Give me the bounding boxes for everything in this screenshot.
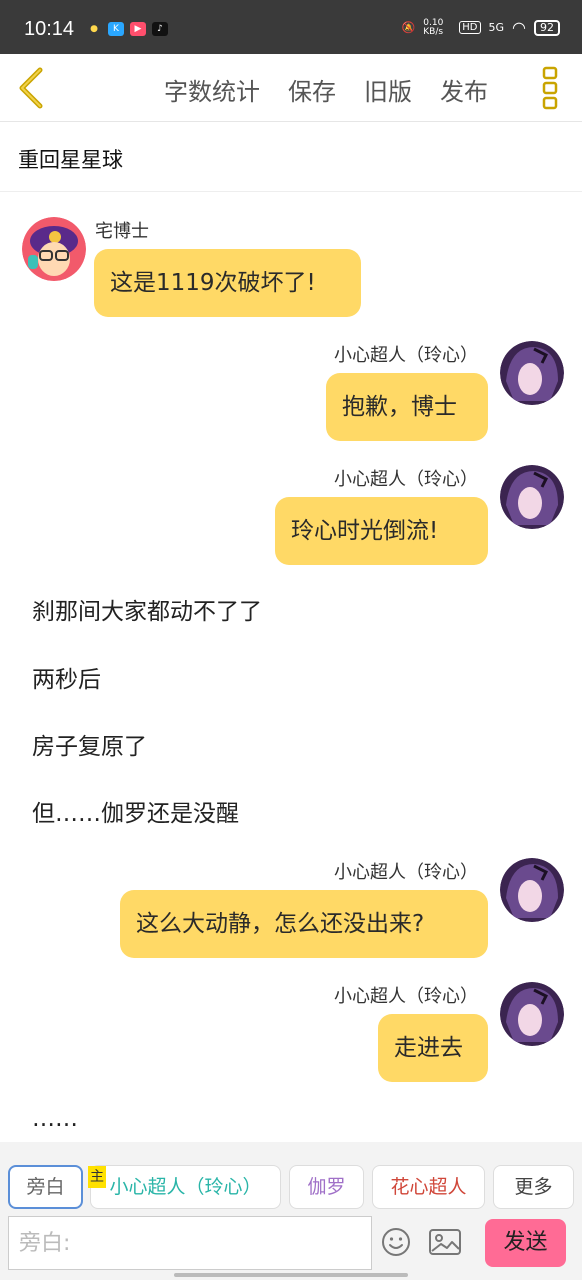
message-input[interactable] bbox=[9, 1217, 371, 1269]
lingxin-avatar-icon bbox=[500, 982, 564, 1046]
character-chip-jialuo[interactable]: 伽罗 bbox=[289, 1165, 364, 1209]
message-bubble[interactable]: 走进去 bbox=[378, 1014, 488, 1082]
notification-icons: ● K ▶ ♪ bbox=[86, 22, 168, 36]
doctor-avatar-icon bbox=[22, 217, 86, 281]
editor-toolbar: 字数统计 保存 旧版 发布 bbox=[0, 54, 582, 122]
main-character-badge: 主 bbox=[88, 1166, 106, 1188]
mute-icon: 🔕 bbox=[401, 21, 416, 34]
video-app-icon: ▶ bbox=[130, 22, 146, 36]
image-icon bbox=[429, 1229, 461, 1255]
sender-name: 小心超人（玲心） bbox=[334, 862, 478, 883]
bulb-icon: ● bbox=[90, 24, 98, 34]
narration-line[interactable]: 刹那间大家都动不了了 bbox=[32, 592, 262, 626]
signal-icon: 5G bbox=[488, 21, 505, 34]
avatar-lingxin[interactable] bbox=[500, 341, 564, 405]
back-button[interactable] bbox=[12, 66, 52, 110]
image-button[interactable] bbox=[428, 1228, 462, 1256]
avatar-lingxin[interactable] bbox=[500, 858, 564, 922]
message-bubble[interactable]: 这是1119次破坏了! bbox=[94, 249, 361, 317]
lingxin-avatar-icon bbox=[500, 858, 564, 922]
story-title: 重回星星球 bbox=[18, 148, 123, 172]
battery-icon: 92 bbox=[534, 19, 560, 36]
story-title-row[interactable]: 重回星星球 bbox=[0, 122, 582, 192]
wifi-icon: ◠ bbox=[512, 18, 526, 37]
avatar-lingxin[interactable] bbox=[500, 982, 564, 1046]
sender-name: 小心超人（玲心） bbox=[334, 469, 478, 490]
sender-name: 小心超人（玲心） bbox=[334, 986, 478, 1007]
more-characters-button[interactable]: 更多 bbox=[493, 1165, 574, 1209]
chevron-left-icon bbox=[19, 67, 43, 109]
emoji-button[interactable] bbox=[380, 1226, 412, 1258]
send-button[interactable]: 发送 bbox=[485, 1219, 566, 1267]
narration-line[interactable]: 房子复原了 bbox=[32, 727, 147, 761]
net-speed: 0.10 KB/s bbox=[423, 17, 444, 37]
avatar-lingxin[interactable] bbox=[500, 465, 564, 529]
message-bubble[interactable]: 抱歉，博士 bbox=[326, 373, 488, 441]
smiley-icon bbox=[382, 1228, 410, 1256]
k-app-icon: K bbox=[108, 22, 124, 36]
character-chip-huaxin[interactable]: 花心超人 bbox=[372, 1165, 485, 1209]
avatar-dr-zhai[interactable] bbox=[22, 217, 86, 281]
status-bar: 10:14 ● K ▶ ♪ 🔕 0.10 KB/s HD 5G ◠ 92 bbox=[0, 0, 582, 54]
clock: 10:14 bbox=[24, 18, 75, 40]
message-bubble[interactable]: 玲心时光倒流! bbox=[275, 497, 488, 565]
narration-line[interactable]: 但……伽罗还是没醒 bbox=[32, 794, 239, 828]
vertical-dots-icon bbox=[542, 66, 558, 110]
character-chip-narrator[interactable]: 旁白 bbox=[8, 1165, 83, 1209]
lingxin-avatar-icon bbox=[500, 465, 564, 529]
word-count-button[interactable]: 字数统计 bbox=[164, 72, 260, 107]
more-menu-button[interactable] bbox=[542, 66, 558, 110]
message-input-box[interactable] bbox=[8, 1216, 372, 1270]
narration-line[interactable]: 两秒后 bbox=[32, 660, 101, 694]
home-indicator[interactable] bbox=[174, 1273, 408, 1277]
hd-icon: HD bbox=[459, 21, 481, 34]
lingxin-avatar-icon bbox=[500, 341, 564, 405]
message-bubble[interactable]: 这么大动静，怎么还没出来? bbox=[120, 890, 488, 958]
sender-name: 小心超人（玲心） bbox=[334, 345, 478, 366]
old-version-button[interactable]: 旧版 bbox=[364, 72, 412, 107]
narration-line[interactable]: …… bbox=[32, 1106, 78, 1132]
sender-name: 宅博士 bbox=[95, 221, 149, 242]
character-chip-lingxin[interactable]: 小心超人（玲心） bbox=[90, 1165, 281, 1209]
tiktok-icon: ♪ bbox=[152, 22, 168, 36]
publish-button[interactable]: 发布 bbox=[440, 72, 488, 107]
save-button[interactable]: 保存 bbox=[288, 72, 336, 107]
